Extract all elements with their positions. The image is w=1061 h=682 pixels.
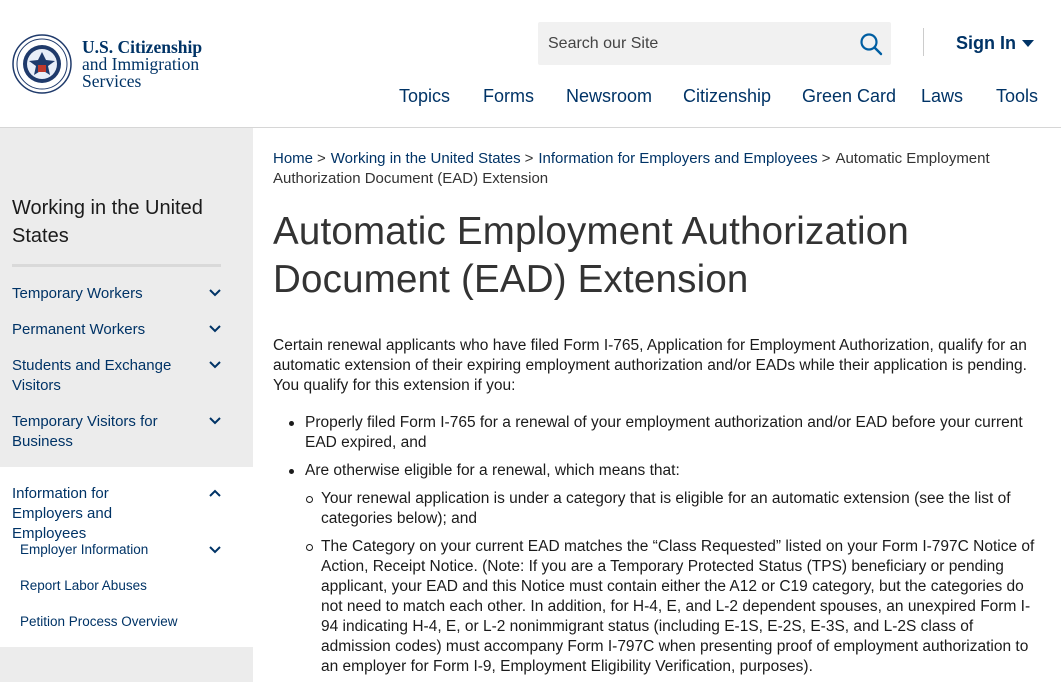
breadcrumb-home[interactable]: Home (273, 150, 313, 167)
sidebar-item-temporary-visitors-business[interactable]: Temporary Visitors for Business (12, 412, 222, 452)
uscis-logo[interactable]: U.S. Citizenship and Immigration Service… (12, 34, 202, 94)
chevron-down-icon[interactable] (208, 358, 222, 372)
breadcrumb-separator: > (821, 150, 831, 167)
logo-line-2: and Immigration (82, 53, 200, 74)
sidebar-item-employers-employees[interactable]: Information for Employers and Employees (12, 484, 222, 544)
sidebar-item-label: Students and Exchange Visitors (12, 357, 172, 394)
sidebar: Working in the United States Temporary W… (0, 128, 253, 682)
chevron-down-icon[interactable] (208, 322, 222, 336)
logo-line-3: Services (82, 70, 142, 91)
sidebar-item-permanent-workers[interactable]: Permanent Workers (12, 320, 222, 340)
intro-paragraph: Certain renewal applicants who have file… (273, 337, 1027, 394)
header-divider (923, 28, 924, 56)
sidebar-title[interactable]: Working in the United States (12, 194, 222, 250)
sidebar-item-label: Temporary Visitors for Business (12, 413, 158, 450)
logo-line-1: U.S. Citizenship (82, 36, 203, 57)
caret-down-icon (1022, 40, 1034, 47)
page-title: Automatic Employment Authorization Docum… (273, 210, 909, 301)
nav-citizenship[interactable]: Citizenship (683, 86, 771, 107)
breadcrumb: Home > Working in the United States > Inform… (273, 149, 1043, 189)
list-item: Are otherwise eligible for a renewal, wh… (289, 461, 1043, 481)
breadcrumb-working-in-us[interactable]: Working in the United States (331, 150, 521, 167)
sidebar-item-label: Temporary Workers (12, 285, 143, 302)
site-search (538, 22, 891, 65)
sidebar-subitem-label: Employer Information (20, 542, 149, 557)
sidebar-item-temporary-workers[interactable]: Temporary Workers (12, 284, 222, 304)
sidebar-subitem-employer-information[interactable]: Employer Information (20, 541, 222, 559)
sidebar-subitem-petition-process[interactable]: Petition Process Overview (20, 613, 222, 631)
search-input[interactable] (538, 22, 848, 65)
chevron-down-icon[interactable] (208, 543, 222, 557)
nav-laws[interactable]: Laws (921, 86, 963, 107)
sign-in-button[interactable]: Sign In (956, 33, 1034, 54)
dhs-seal-icon (12, 34, 72, 94)
sub-list-item: Your renewal application is under a cate… (306, 489, 1043, 529)
sidebar-item-label: Permanent Workers (12, 321, 146, 338)
nav-newsroom[interactable]: Newsroom (566, 86, 652, 107)
search-icon[interactable] (859, 32, 883, 56)
nav-topics[interactable]: Topics (399, 86, 450, 107)
nav-tools[interactable]: Tools (996, 86, 1038, 107)
sign-in-label: Sign In (956, 33, 1016, 53)
chevron-up-icon[interactable] (208, 486, 222, 500)
sidebar-item-students-exchange-visitors[interactable]: Students and Exchange Visitors (12, 356, 222, 396)
breadcrumb-separator: > (317, 150, 326, 167)
sidebar-divider (12, 264, 221, 267)
nav-forms[interactable]: Forms (483, 86, 534, 107)
breadcrumb-employers-employees[interactable]: Information for Employers and Employees (538, 150, 817, 167)
agency-name: U.S. Citizenship and Immigration Service… (82, 36, 203, 91)
breadcrumb-separator: > (524, 150, 534, 167)
sidebar-subitem-label: Report Labor Abuses (20, 578, 147, 593)
sub-list-item: The Category on your current EAD matches… (306, 537, 1043, 677)
chevron-down-icon[interactable] (208, 414, 222, 428)
nav-green-card[interactable]: Green Card (802, 86, 896, 107)
sidebar-item-label: Information for Employers and Employees (12, 485, 113, 542)
sidebar-subitem-label: Petition Process Overview (20, 614, 178, 629)
list-item: Properly filed Form I-765 for a renewal … (289, 413, 1043, 453)
chevron-down-icon[interactable] (208, 286, 222, 300)
site-header: U.S. Citizenship and Immigration Service… (0, 0, 1061, 128)
sidebar-subitem-report-labor-abuses[interactable]: Report Labor Abuses (20, 577, 222, 595)
